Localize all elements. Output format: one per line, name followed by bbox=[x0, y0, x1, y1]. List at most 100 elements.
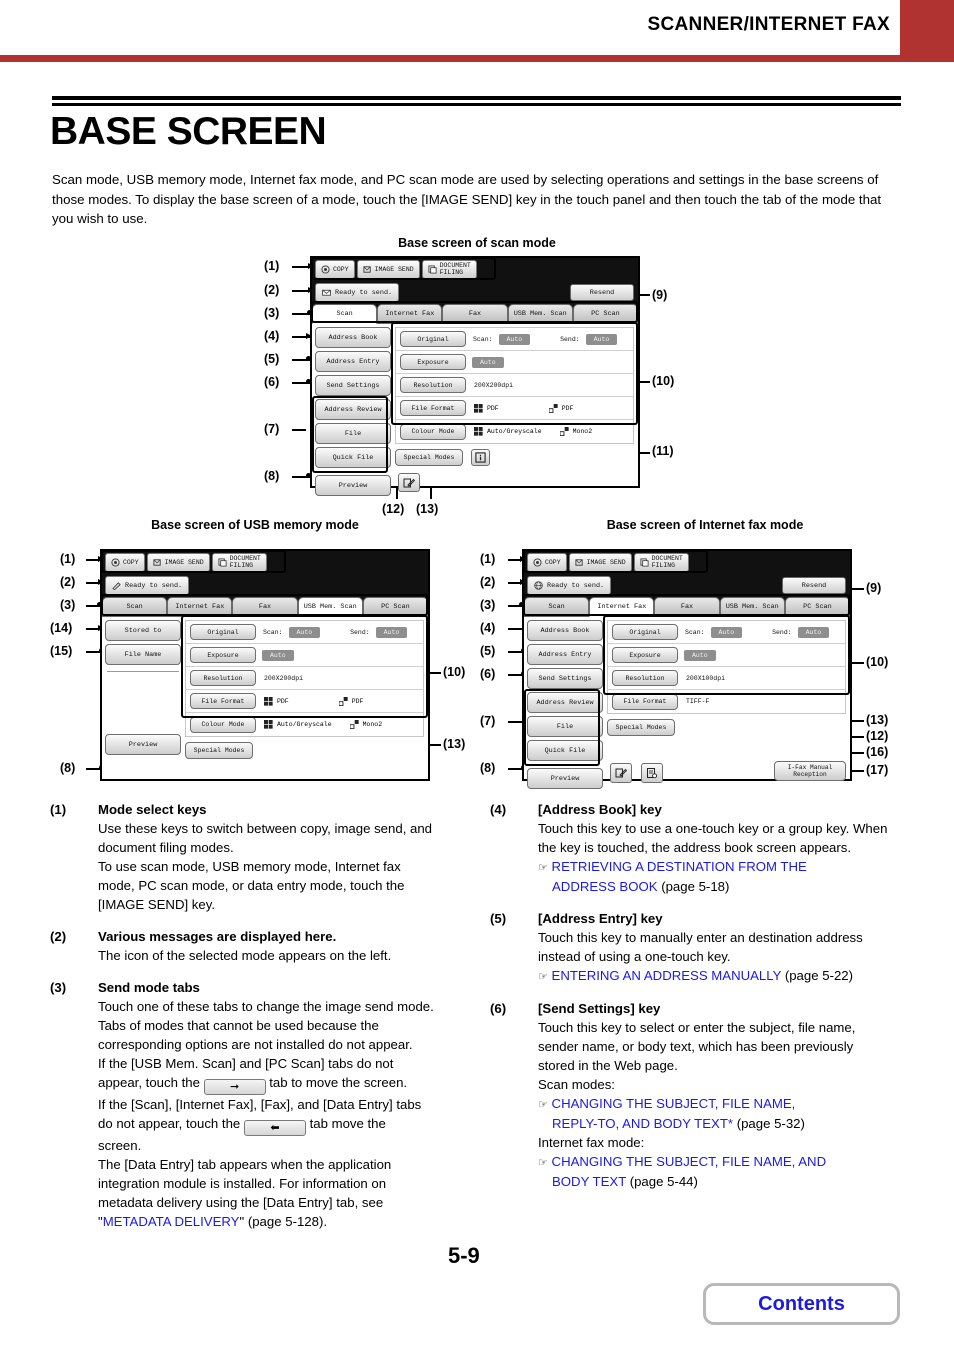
item-4-ref: ☞ RETRIEVING A DESTINATION FROM THE bbox=[538, 857, 918, 877]
contents-button[interactable]: Contents bbox=[703, 1283, 900, 1325]
item-5: (5) [Address Entry] key Touch this key t… bbox=[490, 909, 918, 986]
right-arrow-tab-icon[interactable]: ➞ bbox=[203, 1079, 266, 1095]
item-6-mid: Internet fax mode: bbox=[538, 1135, 645, 1150]
item-4-ref-link-2[interactable]: ADDRESS BOOK bbox=[552, 879, 658, 894]
group-box-ifax-modekeys bbox=[523, 550, 708, 573]
address-book-key[interactable]: Address Book bbox=[527, 620, 603, 641]
item-5-ref-link-1[interactable]: ENTERING AN ADDRESS MANUALLY bbox=[552, 968, 782, 983]
item-4-line-1: Touch this key to use a one-touch key or… bbox=[538, 821, 888, 836]
callout-ifax-1: (1) bbox=[480, 552, 496, 566]
preview-key[interactable]: Preview bbox=[527, 768, 603, 789]
address-entry-key[interactable]: Address Entry bbox=[315, 351, 391, 372]
special-modes-row[interactable]: Special Modes bbox=[185, 742, 424, 759]
preview-key[interactable]: Preview bbox=[105, 734, 181, 755]
page-header: SCANNER/INTERNET FAX bbox=[0, 0, 954, 62]
file-format-key[interactable]: File Format bbox=[612, 693, 678, 710]
usb-memory-icon bbox=[112, 582, 121, 590]
colour-mode-value-2: Mono2 bbox=[559, 427, 592, 436]
send-settings-key[interactable]: Send Settings bbox=[315, 375, 391, 396]
item-6-ref-b-link-1[interactable]: CHANGING THE SUBJECT, FILE NAME, AND bbox=[552, 1154, 827, 1169]
header-accent-block bbox=[900, 0, 954, 62]
preview-key[interactable]: Preview bbox=[315, 475, 391, 496]
special-modes-key[interactable]: Special Modes bbox=[395, 449, 463, 466]
item-3-tail-1: The [Data Entry] tab appears when the ap… bbox=[98, 1157, 392, 1172]
metadata-delivery-link[interactable]: METADATA DELIVERY bbox=[103, 1214, 240, 1229]
bottom-icon-row[interactable] bbox=[610, 763, 663, 783]
resend-button[interactable]: Resend bbox=[570, 284, 634, 301]
info-button[interactable] bbox=[471, 449, 490, 466]
item-5-line-1: Touch this key to manually enter an dest… bbox=[538, 930, 863, 945]
item-6-ref-b: ☞ CHANGING THE SUBJECT, FILE NAME, AND bbox=[538, 1152, 918, 1172]
item-3-tail-2: integration module is installed. For inf… bbox=[98, 1176, 387, 1191]
callout-ifax-4: (4) bbox=[480, 621, 496, 635]
item-3-line-1: Touch one of these tabs to change the im… bbox=[98, 999, 434, 1014]
figure-caption-ifax: Base screen of Internet fax mode bbox=[606, 518, 804, 532]
item-6-ref-a-link-1[interactable]: CHANGING THE SUBJECT, FILE NAME, bbox=[552, 1096, 796, 1111]
edit-stamp-button[interactable] bbox=[610, 763, 632, 783]
item-3-seg-a-pre: If the [USB Mem. Scan] and [PC Scan] tab… bbox=[98, 1056, 394, 1071]
item-6-line-2: sender name, or body text, which has bee… bbox=[538, 1039, 854, 1054]
item-1-line-4: mode, PC scan mode, or data entry mode, … bbox=[98, 878, 405, 893]
callout-usb-3: (3) bbox=[60, 598, 76, 612]
item-4-heading: [Address Book] key bbox=[538, 802, 662, 817]
item-1-number: (1) bbox=[50, 802, 67, 817]
item-2-number: (2) bbox=[50, 929, 67, 944]
address-book-key[interactable]: Address Book bbox=[315, 327, 391, 348]
callout-scan-9: (9) bbox=[652, 288, 668, 302]
item-4-ref-link-1[interactable]: RETRIEVING A DESTINATION FROM THE bbox=[552, 859, 807, 874]
intro-paragraph: Scan mode, USB memory mode, Internet fax… bbox=[52, 172, 882, 226]
item-3-number: (3) bbox=[50, 980, 67, 995]
special-modes-key[interactable]: Special Modes bbox=[607, 719, 675, 736]
callout-scan-12: (12) bbox=[382, 502, 405, 516]
single-page-icon bbox=[349, 720, 359, 729]
item-3-seg-a: appear, touch the ➞ tab to move the scre… bbox=[98, 1073, 475, 1095]
item-3-line-3: corresponding options are not installed … bbox=[98, 1037, 413, 1052]
address-entry-key[interactable]: Address Entry bbox=[527, 644, 603, 665]
callout-ifax-9: (9) bbox=[866, 581, 882, 595]
group-box-ifax-filekeys bbox=[524, 689, 600, 766]
special-modes-row[interactable]: Special Modes bbox=[395, 449, 634, 466]
item-4-ref-page: (page 5-18) bbox=[657, 879, 730, 894]
left-arrow-tab-icon[interactable]: ⬅ bbox=[243, 1120, 306, 1136]
callout-scan-2: (2) bbox=[264, 283, 280, 297]
item-6-ref-b-cont: BODY TEXT (page 5-44) bbox=[552, 1172, 918, 1191]
left-key-column[interactable]: Stored to File Name Preview bbox=[105, 620, 181, 758]
divider bbox=[107, 671, 179, 672]
special-modes-row[interactable]: Special Modes bbox=[607, 719, 846, 736]
item-list-right: (4) [Address Book] key Touch this key to… bbox=[490, 800, 918, 1204]
colour-mode-key[interactable]: Colour Mode bbox=[190, 716, 256, 733]
edit-stamp-button[interactable] bbox=[398, 473, 420, 492]
item-6-ref-b-page: (page 5-44) bbox=[626, 1174, 698, 1189]
send-settings-key[interactable]: Send Settings bbox=[527, 668, 603, 689]
item-2-heading: Various messages are displayed here. bbox=[98, 929, 337, 944]
callout-ifax-17: (17) bbox=[866, 763, 889, 777]
group-box-scan-tabs bbox=[311, 301, 638, 323]
colour-mode-key[interactable]: Colour Mode bbox=[400, 423, 466, 440]
callout-scan-1: (1) bbox=[264, 259, 280, 273]
edit-icon bbox=[615, 768, 627, 778]
file-name-key[interactable]: File Name bbox=[105, 644, 181, 665]
callout-usb-14: (14) bbox=[50, 621, 73, 635]
item-6-ref-a-link-2[interactable]: REPLY-TO, AND BODY TEXT* bbox=[552, 1116, 733, 1131]
item-5-ref: ☞ ENTERING AN ADDRESS MANUALLY (page 5-2… bbox=[538, 966, 918, 986]
item-6-ref-a: ☞ CHANGING THE SUBJECT, FILE NAME, bbox=[538, 1094, 918, 1114]
resend-button[interactable]: Resend bbox=[782, 577, 846, 594]
memory-box-button[interactable] bbox=[641, 763, 663, 783]
item-3-heading: Send mode tabs bbox=[98, 980, 200, 995]
title-rules bbox=[52, 96, 901, 106]
item-3-seg-b-pre: If the [Scan], [Internet Fax], [Fax], an… bbox=[98, 1097, 422, 1112]
header-rule bbox=[0, 55, 900, 62]
ifax-manual-reception-button[interactable]: I-Fax Manual Reception bbox=[774, 761, 846, 781]
item-1-line-5: [IMAGE SEND] key. bbox=[98, 897, 215, 912]
figure-caption-usb: Base screen of USB memory mode bbox=[151, 518, 359, 532]
pointing-hand-icon: ☞ bbox=[538, 861, 548, 874]
callout-ifax-5: (5) bbox=[480, 644, 496, 658]
callout-scan-8: (8) bbox=[264, 469, 280, 483]
special-modes-key[interactable]: Special Modes bbox=[185, 742, 253, 759]
item-3-tail-link-line: "METADATA DELIVERY" (page 5-128). bbox=[98, 1214, 328, 1229]
header-title: SCANNER/INTERNET FAX bbox=[647, 14, 890, 35]
stored-to-key[interactable]: Stored to bbox=[105, 620, 181, 641]
group-box-usb-settings bbox=[181, 615, 428, 718]
item-3-seg-b-end: screen. bbox=[98, 1138, 142, 1153]
item-6-ref-b-link-2[interactable]: BODY TEXT bbox=[552, 1174, 626, 1189]
